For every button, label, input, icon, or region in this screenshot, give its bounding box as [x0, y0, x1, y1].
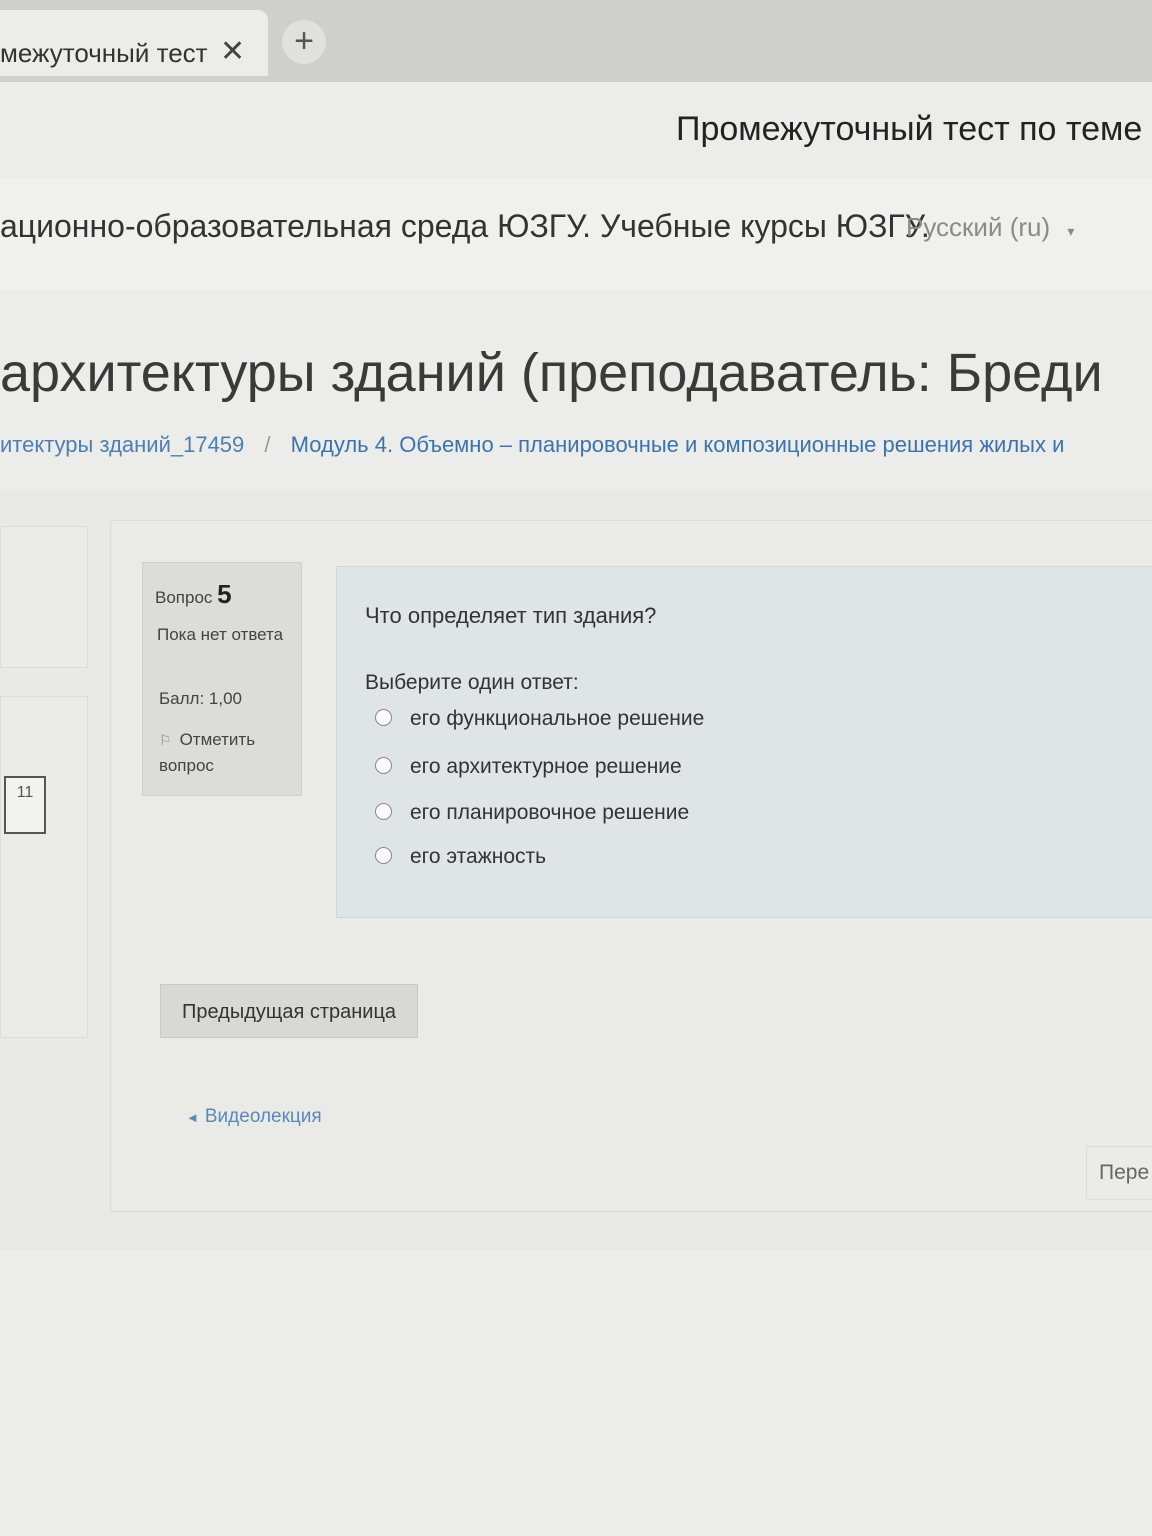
question-text: Что определяет тип здания? [365, 603, 657, 628]
answer-label: его функциональное решение [410, 707, 705, 730]
question-info: Вопрос 5 Пока нет ответа Балл: 1,00 ⚐ Отм… [142, 562, 302, 796]
language-menu[interactable]: Русский (ru) ▾ [906, 212, 1074, 243]
question-grade: Балл: 1,00 [159, 689, 242, 708]
radio-button[interactable] [375, 708, 392, 726]
question-label: Вопрос [155, 588, 213, 607]
previous-activity-link[interactable]: ◄ Видеолекция [186, 1106, 322, 1128]
browser-tab[interactable]: межуточный тест ✕ [0, 10, 268, 76]
tab-title: межуточный тест [0, 38, 208, 68]
window-title: Промежуточный тест по теме М [676, 110, 1152, 148]
caret-down-icon: ▾ [1067, 223, 1075, 239]
page-header: архитектуры зданий (преподаватель: Бреди… [0, 290, 1152, 490]
previous-activity-label: Видеолекция [204, 1106, 322, 1127]
answer-option[interactable]: его этажность [375, 845, 546, 881]
question-number-value: 5 [217, 579, 232, 609]
answer-option[interactable]: его архитектурное решение [375, 755, 682, 791]
language-label: Русский (ru) [906, 212, 1051, 242]
answer-option[interactable]: его функциональное решение [375, 707, 704, 743]
page-content: 11 Вопрос 5 Пока нет ответа Балл: 1,00 ⚐… [0, 490, 1152, 1250]
next-activity-link[interactable]: Пере [1086, 1146, 1152, 1200]
course-title: архитектуры зданий (преподаватель: Бреди [0, 343, 1103, 403]
radio-button[interactable] [375, 846, 392, 864]
answer-prompt: Выберите один ответ: [365, 671, 579, 694]
site-name-link[interactable]: ационно-образовательная среда ЮЗГУ. Учеб… [0, 208, 930, 245]
side-block [0, 526, 88, 668]
breadcrumb-separator: / [264, 432, 271, 457]
answer-label: его этажность [410, 845, 547, 868]
flag-question-toggle[interactable]: ⚐ Отметить вопрос [159, 727, 289, 779]
site-navbar: ационно-образовательная среда ЮЗГУ. Учеб… [0, 178, 1152, 291]
radio-button[interactable] [375, 802, 392, 820]
flag-icon: ⚐ [159, 732, 172, 748]
breadcrumb: итектуры зданий_17459 / Модуль 4. Объемн… [0, 432, 1064, 458]
question-number: Вопрос 5 [155, 579, 232, 610]
question-state: Пока нет ответа [157, 625, 284, 644]
previous-page-button[interactable]: Предыдущая страница [160, 984, 418, 1038]
radio-button[interactable] [375, 756, 392, 774]
answer-label: его архитектурное решение [410, 755, 682, 778]
quiz-navigation-block [0, 696, 88, 1038]
new-tab-button[interactable]: + [282, 20, 326, 64]
close-tab-icon[interactable]: ✕ [220, 34, 245, 69]
quiz-nav-question-button[interactable]: 11 [4, 776, 46, 834]
answer-label: его планировочное решение [410, 801, 690, 824]
flag-question-label: Отметить вопрос [159, 730, 256, 775]
breadcrumb-course-link[interactable]: итектуры зданий_17459 [0, 432, 244, 457]
question-content: Что определяет тип здания? Выберите один… [336, 566, 1152, 918]
breadcrumb-module-link[interactable]: Модуль 4. Объемно – планировочные и комп… [291, 432, 1065, 457]
browser-tab-bar: межуточный тест ✕ + [0, 0, 1152, 82]
window-title-bar: Промежуточный тест по теме М [0, 82, 1152, 178]
answer-option[interactable]: его планировочное решение [375, 801, 689, 837]
arrow-left-icon: ◄ [186, 1110, 199, 1125]
page-footer [0, 1250, 1152, 1536]
